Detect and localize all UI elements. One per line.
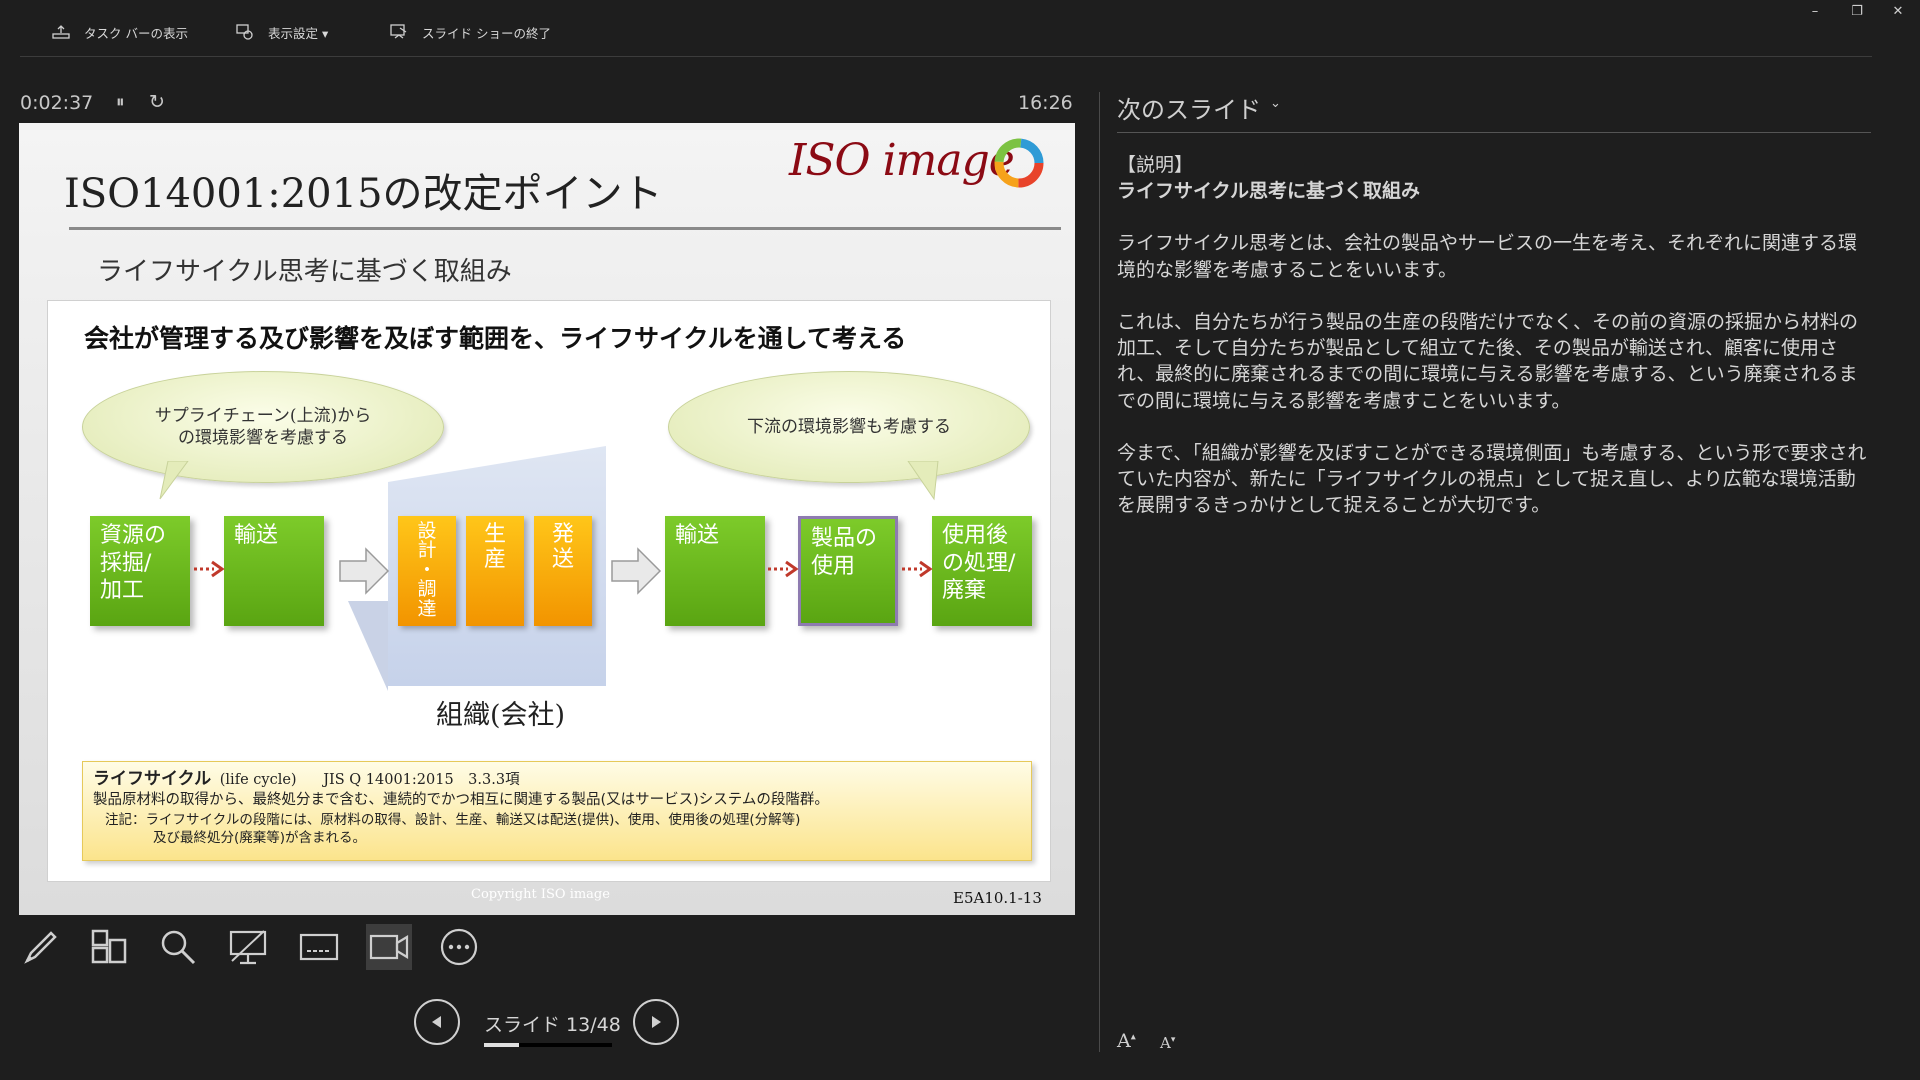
definition-note-1: 注記：ライフサイクルの段階には、原材料の取得、設計、生産、輸送又は配送(提供)、…: [105, 811, 801, 828]
slide-subtitle: ライフサイクル思考に基づく取組み: [97, 257, 512, 287]
notes-heading-2: ライフサイクル思考に基づく取組み: [1117, 180, 1421, 203]
stage-transport-downstream: 輸送: [665, 516, 765, 626]
subtitles-button[interactable]: [296, 924, 342, 970]
dotted-arrow-2: [768, 560, 799, 578]
triangle-right-icon: [652, 1016, 661, 1028]
notes-paragraph-3: 今まで、「組織が影響を及ぼすことができる環境側面」も考慮する、という形で要求され…: [1117, 441, 1867, 517]
downstream-bubble: 下流の環境影響も考慮する: [668, 371, 1030, 483]
end-slideshow-button[interactable]: スライド ショーの終了: [390, 18, 551, 46]
minimize-icon: –: [1811, 4, 1819, 19]
end-slideshow-icon: [390, 24, 407, 39]
decrease-font-button[interactable]: A▾: [1160, 1034, 1175, 1052]
clock: 16:26: [1018, 92, 1073, 114]
stage-product-use: 製品の 使用: [798, 516, 898, 626]
slide-copyright: Copyright ISO image: [471, 887, 610, 902]
slide-code: E5A10.1-13: [953, 889, 1042, 907]
pane-divider: [1099, 92, 1100, 1052]
elapsed-time: 0:02:37: [20, 92, 94, 114]
video-camera-icon: [369, 934, 409, 960]
slide-counter: スライド 13/48: [484, 1014, 621, 1036]
magnifier-icon: [161, 930, 196, 965]
camera-button[interactable]: [366, 924, 412, 970]
increase-font-button[interactable]: A▴: [1117, 1030, 1136, 1052]
lifecycle-definition-box: ライフサイクル (life cycle) JIS Q 14001:2015 3.…: [82, 761, 1032, 861]
stage-disposal: 使用後 の処理/ 廃棄: [932, 516, 1032, 626]
definition-note-2: 及び最終処分(廃棄等)が含まれる。: [153, 829, 367, 846]
title-underline: [69, 227, 1061, 230]
definition-text: 製品原材料の取得から、最終処分まで含む、連続的でかつ相互に関連する製品(又はサー…: [93, 791, 829, 808]
show-taskbar-button[interactable]: タスク バーの表示: [52, 18, 188, 46]
stage-shipping: 発 送: [534, 516, 592, 626]
taskbar-icon: [52, 25, 70, 39]
downstream-bubble-tail: [907, 461, 939, 501]
close-icon: ✕: [1892, 4, 1904, 19]
display-settings-label: 表示設定 ▾: [268, 25, 329, 41]
organization-label: 組織(会社): [436, 700, 566, 731]
next-slide-heading[interactable]: 次のスライド: [1117, 90, 1261, 125]
pen-icon: [24, 931, 57, 964]
definition-term: ライフサイクル: [93, 769, 212, 789]
stage-production: 生 産: [466, 516, 524, 626]
pen-tool-button[interactable]: [18, 924, 64, 970]
restore-button[interactable]: ❐: [1842, 4, 1872, 19]
definition-term-en: (life cycle): [219, 772, 297, 788]
display-settings-icon: [236, 24, 253, 40]
stage-resource-extraction: 資源の 採掘/ 加工: [90, 516, 190, 626]
block-arrow-1: [339, 547, 390, 595]
display-settings-button[interactable]: 表示設定 ▾: [236, 18, 328, 46]
block-arrow-2: [611, 547, 662, 595]
chevron-down-icon[interactable]: ⌄: [1270, 96, 1281, 111]
iso-image-logo: ISO image: [789, 135, 1015, 186]
dotted-arrow-3: [902, 560, 933, 578]
stage-design-procurement: 設 計 ・ 調 達: [398, 516, 456, 626]
reset-timer-icon[interactable]: ↻: [149, 91, 165, 113]
upstream-bubble: サプライチェーン(上流)から の環境影響を考慮する: [82, 371, 444, 483]
elapsed-timer: 0:02:37: [20, 92, 93, 114]
upstream-bubble-tail: [159, 461, 189, 500]
restore-icon: ❐: [1851, 4, 1863, 19]
pause-icon[interactable]: ⏸: [116, 92, 125, 112]
close-button[interactable]: ✕: [1883, 4, 1913, 19]
zoom-button[interactable]: [155, 924, 201, 970]
triangle-left-icon: [432, 1016, 441, 1028]
screen-off-icon: [229, 930, 267, 965]
font-down-icon: A: [1160, 1034, 1171, 1052]
next-slide-button[interactable]: [633, 999, 679, 1045]
minimize-button[interactable]: –: [1800, 4, 1830, 19]
diagram-headline: 会社が管理する及び影響を及ぼす範囲を、ライフサイクルを通して考える: [84, 324, 907, 353]
more-options-button[interactable]: [436, 924, 482, 970]
font-up-icon: A: [1117, 1030, 1131, 1052]
show-taskbar-label: タスク バーの表示: [84, 25, 188, 41]
diagram-panel: 会社が管理する及び影響を及ぼす範囲を、ライフサイクルを通して考える サプライチェ…: [47, 300, 1051, 882]
notes-paragraph-1: ライフサイクル思考とは、会社の製品やサービスの一生を考え、それぞれに関連する環境…: [1117, 232, 1858, 281]
end-slideshow-label: スライド ショーの終了: [422, 25, 551, 41]
definition-reference: JIS Q 14001:2015 3.3.3項: [323, 772, 520, 788]
speaker-notes[interactable]: 【説明】 ライフサイクル思考に基づく取組み ライフサイクル思考とは、会社の製品や…: [1117, 152, 1867, 544]
slide-title: ISO14001:2015の改定ポイント: [64, 171, 663, 217]
dotted-arrow-1: [194, 560, 225, 578]
notes-heading-1: 【説明】: [1117, 154, 1194, 176]
notes-paragraph-2: これは、自分たちが行う製品の生産の段階だけでなく、その前の資源の採掘から材料の加…: [1117, 310, 1859, 412]
black-screen-button[interactable]: [225, 924, 271, 970]
slide-progress-bar: [484, 1043, 612, 1047]
slide-progress-fill: [484, 1043, 519, 1047]
current-slide[interactable]: ISO14001:2015の改定ポイント ISO image ライフサイクル思考…: [19, 123, 1075, 915]
logo-ring-icon: [994, 138, 1044, 188]
next-heading-divider: [1117, 132, 1871, 133]
subtitles-icon: [299, 933, 339, 961]
slides-grid-icon: [91, 929, 127, 964]
stage-transport-upstream: 輸送: [224, 516, 324, 626]
toolbar-divider: [20, 56, 1872, 57]
previous-slide-button[interactable]: [414, 999, 460, 1045]
see-all-slides-button[interactable]: [86, 924, 132, 970]
more-icon: [440, 928, 478, 966]
